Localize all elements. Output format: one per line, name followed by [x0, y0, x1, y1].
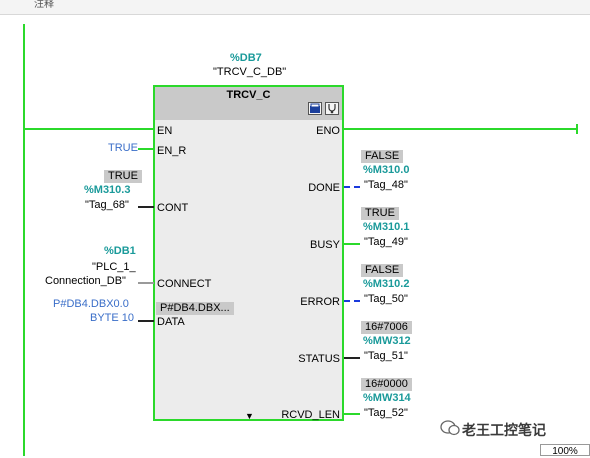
- pin-busy: BUSY: [310, 239, 340, 251]
- data-wire: [138, 320, 154, 322]
- cont-address[interactable]: %M310.3: [84, 184, 130, 196]
- pin-en-r: EN_R: [157, 145, 187, 157]
- data-pin-value: P#DB4.DBX...: [156, 302, 234, 315]
- en-r-wire: [138, 148, 154, 150]
- function-block[interactable]: TRCV_C EN EN_R CONT CONNECT P#DB4.DBX...…: [153, 85, 344, 421]
- pin-error: ERROR: [300, 296, 340, 308]
- rcvd-len-address[interactable]: %MW314: [363, 392, 411, 404]
- watermark-text: 老王工控笔记: [462, 422, 546, 438]
- eno-wire: [344, 128, 578, 130]
- eno-wire-end: [576, 124, 578, 134]
- pin-eno: ENO: [316, 125, 340, 137]
- error-tag[interactable]: "Tag_50": [364, 293, 408, 305]
- block-title: TRCV_C: [226, 89, 271, 101]
- pin-status: STATUS: [298, 353, 340, 365]
- instance-db-name[interactable]: "TRCV_C_DB": [213, 66, 286, 78]
- zoom-level[interactable]: 100%: [540, 444, 590, 457]
- diagnostics-icon[interactable]: [325, 102, 339, 115]
- data-value-line2[interactable]: BYTE 10: [90, 312, 134, 324]
- open-block-icon[interactable]: [308, 102, 322, 115]
- busy-status: TRUE: [361, 207, 399, 220]
- en-r-value[interactable]: TRUE: [108, 142, 138, 154]
- pin-done: DONE: [308, 182, 340, 194]
- done-status: FALSE: [361, 150, 404, 163]
- pin-en: EN: [157, 125, 173, 137]
- rcvd-len-wire: [344, 413, 360, 415]
- comment-label: 注释: [34, 0, 54, 10]
- done-wire: [344, 186, 360, 188]
- pin-data: DATA: [157, 316, 185, 328]
- power-rail: [23, 24, 25, 456]
- wechat-logo-icon: [440, 420, 460, 439]
- status-address[interactable]: %MW312: [363, 335, 411, 347]
- busy-tag[interactable]: "Tag_49": [364, 236, 408, 248]
- instance-db-address[interactable]: %DB7: [230, 52, 262, 64]
- pin-rcvd-len: RCVD_LEN: [281, 409, 340, 421]
- expand-arrow-icon[interactable]: ▼: [245, 411, 254, 421]
- status-status: 16#7006: [361, 321, 412, 334]
- pin-cont: CONT: [157, 202, 189, 214]
- status-tag[interactable]: "Tag_51": [364, 350, 408, 362]
- rcvd-len-tag[interactable]: "Tag_52": [364, 407, 408, 419]
- status-wire: [344, 357, 360, 359]
- cont-tag[interactable]: "Tag_68": [85, 199, 129, 211]
- rcvd-len-status: 16#0000: [361, 378, 412, 391]
- done-address[interactable]: %M310.0: [363, 164, 409, 176]
- connect-wire: [138, 282, 154, 284]
- error-address[interactable]: %M310.2: [363, 278, 409, 290]
- done-tag[interactable]: "Tag_48": [364, 179, 408, 191]
- cont-wire: [138, 206, 154, 208]
- comment-strip: 注释: [0, 0, 590, 15]
- connect-tag-line1[interactable]: "PLC_1_: [92, 261, 136, 273]
- error-wire: [344, 300, 360, 302]
- data-value-line1[interactable]: P#DB4.DBX0.0: [53, 298, 129, 310]
- pin-connect: CONNECT: [157, 278, 212, 290]
- error-status: FALSE: [361, 264, 404, 277]
- block-header: TRCV_C: [155, 87, 342, 120]
- en-wire: [23, 128, 154, 130]
- busy-address[interactable]: %M310.1: [363, 221, 409, 233]
- cont-status: TRUE: [104, 170, 142, 183]
- busy-wire: [344, 243, 360, 245]
- connect-address[interactable]: %DB1: [104, 245, 136, 257]
- connect-tag-line2[interactable]: Connection_DB": [45, 275, 126, 287]
